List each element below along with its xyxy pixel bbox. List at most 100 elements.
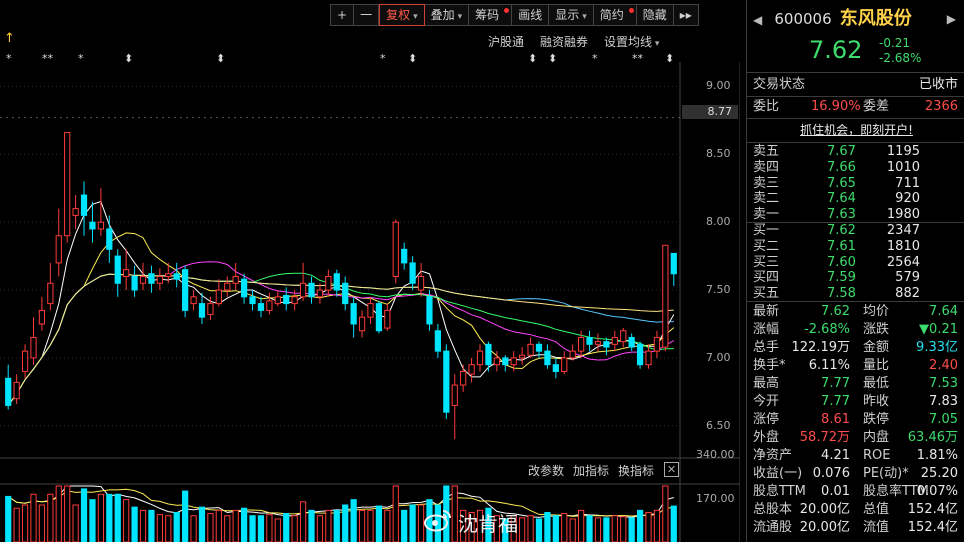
volume-bar: [232, 509, 239, 542]
candle-down: [375, 303, 383, 332]
close-indicator-button[interactable]: ✕: [664, 462, 679, 477]
open-account-link[interactable]: 抓住机会，即刻开户!: [800, 123, 913, 137]
stat-value: 7.62: [821, 304, 850, 319]
candle-down: [502, 357, 509, 366]
stat-value: 122.19万: [791, 340, 851, 355]
next-stock-icon[interactable]: ▶: [947, 8, 956, 30]
volume-bar: [384, 509, 391, 542]
ask-row[interactable]: 卖三 7.65 711: [753, 176, 960, 192]
toolbar-item-6[interactable]: 隐藏: [636, 4, 674, 26]
watermark-text: 沈肯福: [458, 512, 518, 536]
toolbar-item-3[interactable]: 画线: [512, 4, 550, 26]
level-volume: 1195: [886, 144, 920, 159]
switch-indicator-button[interactable]: 换指标: [618, 462, 654, 479]
toolbar-item-label: 复权: [386, 8, 411, 22]
y-tick-label: 7.50: [706, 283, 731, 297]
volume-bar: [350, 499, 357, 542]
ask-row[interactable]: 卖五 7.67 1195: [753, 144, 960, 160]
ask-row[interactable]: 卖二 7.64 920: [753, 191, 960, 207]
candle-up: [38, 309, 46, 325]
candle-up: [392, 221, 399, 277]
stats-row: 最高 7.77 最低 7.53: [753, 375, 960, 393]
volume-bar: [156, 514, 163, 542]
candle-down: [182, 269, 189, 311]
stat-value: 152.4亿: [907, 520, 958, 535]
candle-down: [114, 255, 121, 284]
toolbar-item-1[interactable]: 叠加 ▾: [424, 4, 470, 26]
stat-value: 0.07%: [916, 484, 958, 499]
stats-row: 总股本 20.00亿 总值 152.4亿: [753, 501, 960, 519]
volume-tick-label: 170.00: [696, 491, 735, 505]
candle-up: [662, 244, 669, 348]
y-tick-label: 8.50: [706, 147, 731, 161]
level-label: 卖四: [753, 159, 780, 175]
stat-label: 最高: [753, 376, 780, 391]
candle-up: [299, 282, 307, 298]
prev-stock-icon[interactable]: ◀: [753, 13, 762, 27]
bid-row[interactable]: 买四 7.59 579: [753, 270, 960, 286]
toolbar-item-5[interactable]: 简约: [593, 4, 637, 26]
candle-down: [283, 294, 290, 305]
volume-bar: [299, 501, 307, 542]
stat-value: 1.81%: [916, 448, 958, 463]
candle-up: [468, 364, 475, 375]
volume-bar: [139, 509, 147, 542]
level-volume: 2347: [886, 223, 920, 238]
hgt-button[interactable]: 沪股通: [488, 33, 524, 50]
bid-row[interactable]: 买五 7.58 882: [753, 286, 960, 302]
toolbar-more-button[interactable]: ▸▸: [673, 4, 699, 26]
candle-up: [97, 221, 104, 230]
stat-label: 收益(一): [753, 466, 803, 481]
bid-row[interactable]: 买三 7.60 2564: [753, 255, 960, 271]
volume-bar: [21, 504, 29, 542]
stat-label: 跌停: [863, 412, 890, 427]
volume-bar: [358, 509, 366, 542]
volume-bar: [190, 515, 197, 542]
stat-label: 总手: [753, 340, 780, 355]
candle-up: [561, 357, 568, 372]
volume-bar: [620, 516, 627, 542]
volume-bar: [97, 493, 104, 542]
stat-value: 0.076: [812, 466, 850, 481]
zoom-out-button[interactable]: 一: [354, 4, 380, 26]
toolbar-item-2[interactable]: 筹码: [469, 4, 513, 26]
stat-value: 6.11%: [808, 358, 850, 373]
stat-label: 外盘: [753, 430, 780, 445]
stat-label: 涨停: [753, 412, 780, 427]
bid-row[interactable]: 买一 7.62 2347: [753, 223, 960, 239]
bid-row[interactable]: 买二 7.61 1810: [753, 239, 960, 255]
candle-down: [342, 282, 349, 305]
margin-trading-button[interactable]: 融资融券: [540, 33, 588, 50]
candle-up: [645, 350, 652, 366]
candle-down: [628, 337, 635, 348]
volume-bar: [308, 509, 315, 542]
edit-params-button[interactable]: 改参数: [528, 462, 564, 479]
trade-status-row: 交易状态 已收市: [753, 76, 960, 94]
stat-label: 最低: [863, 376, 890, 391]
stat-value: 9.33亿: [916, 340, 958, 355]
level-price: 7.66: [827, 159, 856, 175]
stat-value: 25.20: [920, 466, 958, 481]
level-label: 卖二: [753, 191, 780, 207]
stat-label: 金额: [863, 340, 890, 355]
volume-bar: [333, 509, 340, 542]
ma-settings-button[interactable]: 设置均线 ▾: [604, 33, 659, 50]
add-indicator-button[interactable]: 加指标: [573, 462, 609, 479]
ask-row[interactable]: 卖四 7.66 1010: [753, 160, 960, 176]
stat-label: 总值: [863, 502, 890, 517]
change-value: -0.21: [879, 36, 911, 50]
volume-bar: [417, 504, 425, 542]
ask-row[interactable]: 卖一 7.63 1980: [753, 207, 960, 223]
volume-bar: [552, 515, 559, 542]
level-price: 7.63: [827, 207, 856, 223]
candle-up: [611, 337, 618, 345]
volume-bar: [72, 504, 79, 542]
candle-up: [156, 275, 163, 284]
zoom-in-button[interactable]: +: [330, 4, 355, 26]
up-arrow-icon: ↑: [4, 31, 15, 46]
trade-status-label: 交易状态: [753, 77, 806, 92]
candle-up: [215, 289, 222, 305]
toolbar-item-4[interactable]: 显示 ▾: [549, 4, 594, 26]
toolbar-item-0[interactable]: 复权 ▾: [379, 4, 425, 26]
level-label: 买二: [753, 238, 780, 254]
